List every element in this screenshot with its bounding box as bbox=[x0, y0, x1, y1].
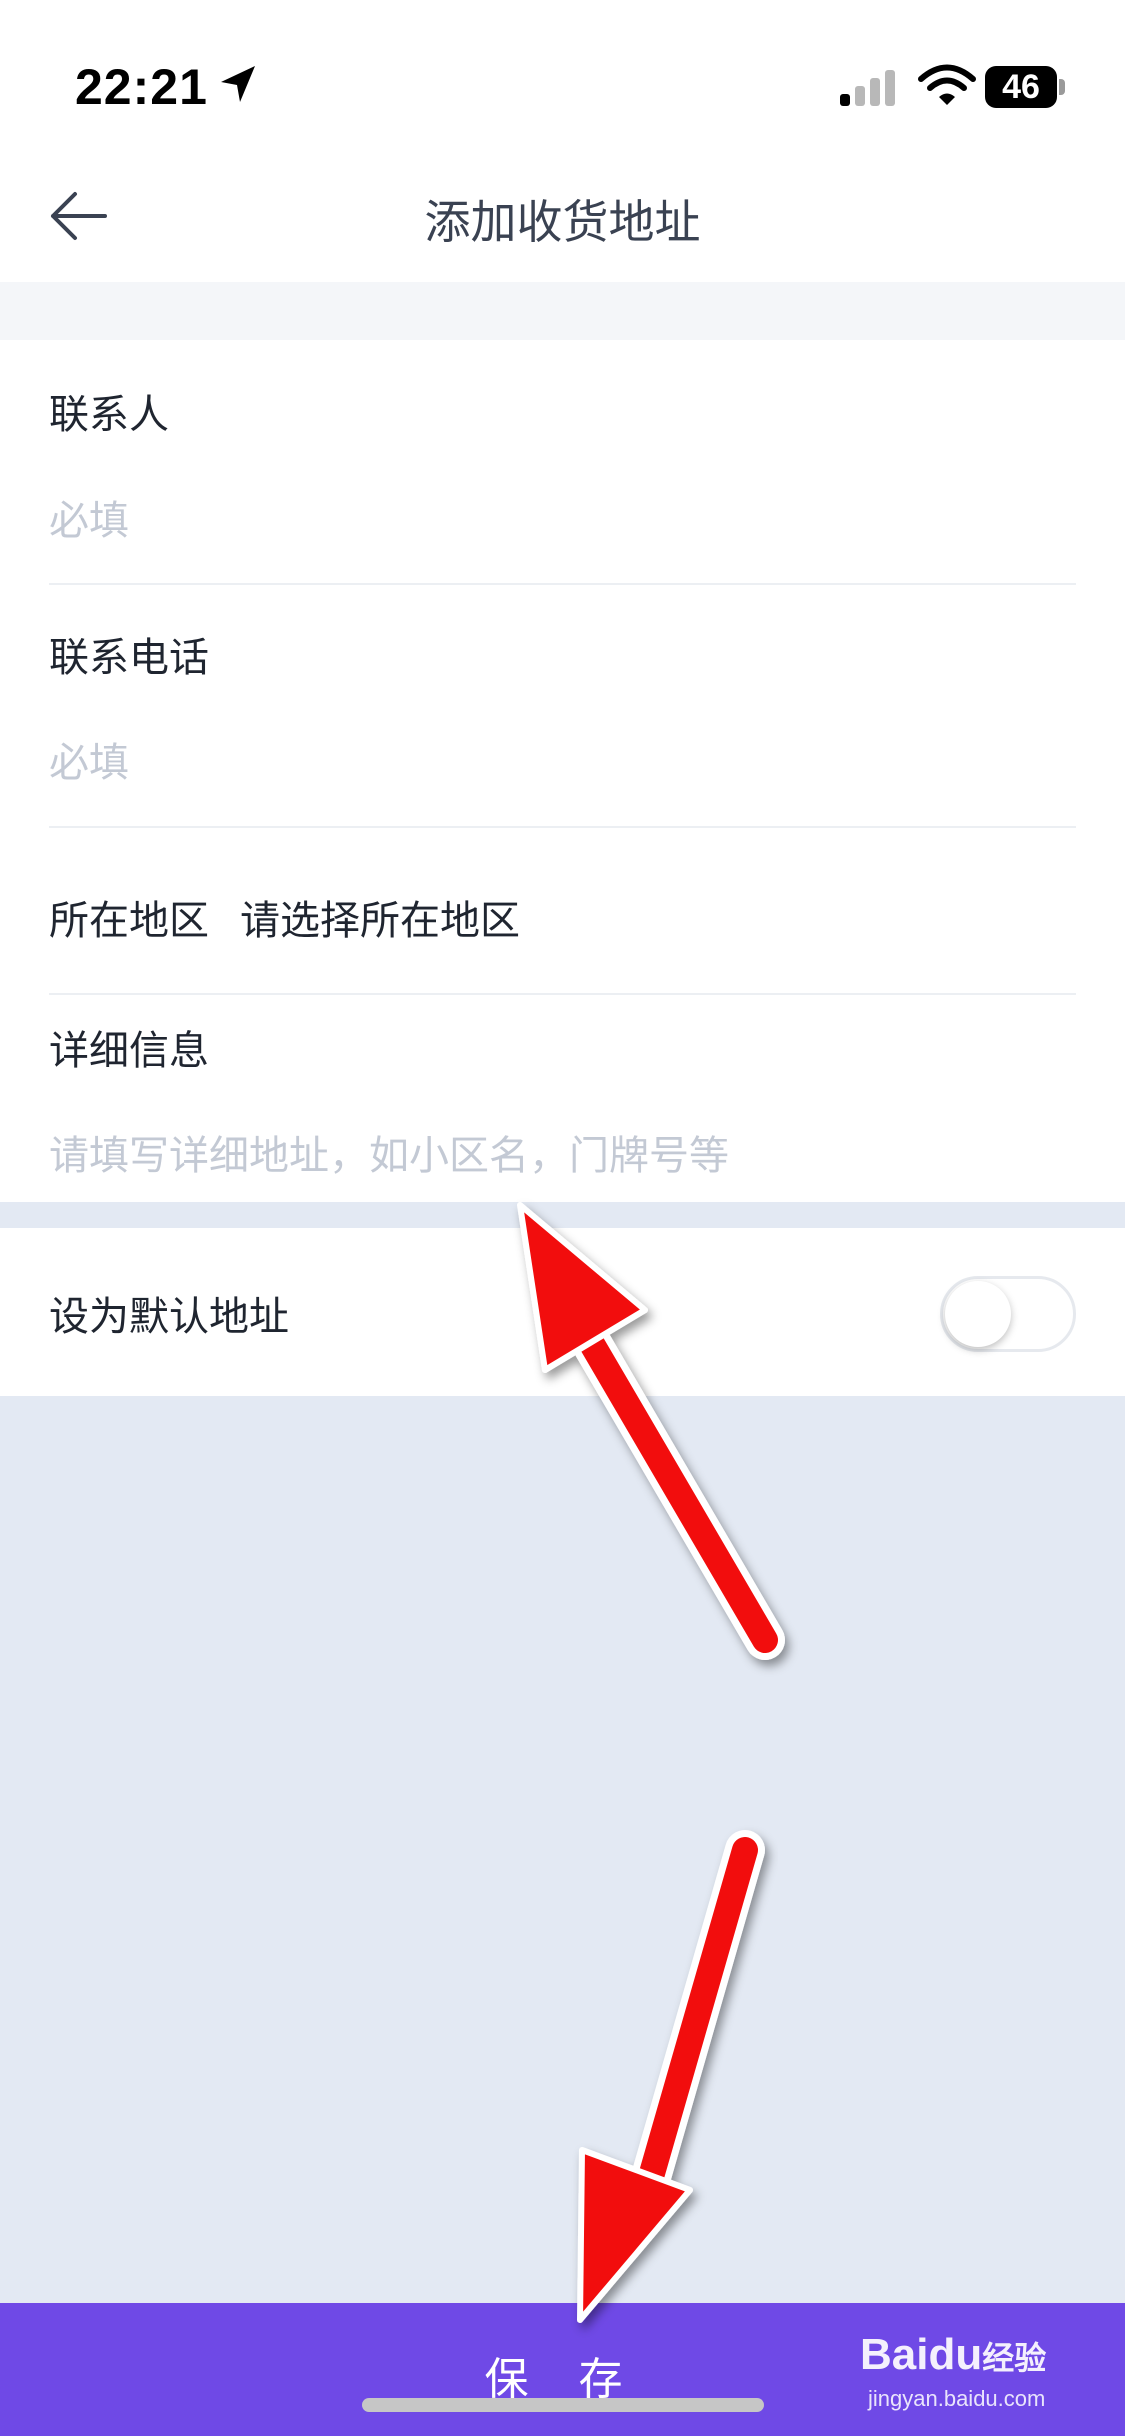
address-form: 联系人 必填 联系电话 必填 所在地区 请选择所在地区 详细信息 请填写详细地址… bbox=[0, 340, 1125, 1202]
detail-input[interactable]: 请填写详细地址，如小区名，门牌号等 bbox=[49, 1123, 729, 1181]
toggle-knob bbox=[945, 1281, 1011, 1347]
watermark-brand-paw: du bbox=[928, 2330, 983, 2379]
divider bbox=[49, 826, 1076, 828]
watermark-suffix: 经验 bbox=[982, 2340, 1047, 2376]
region-selector[interactable]: 请选择所在地区 bbox=[240, 888, 520, 946]
nav-bar: 添加收货地址 bbox=[0, 150, 1125, 282]
baidu-watermark: Baidu经验 bbox=[860, 2330, 1046, 2380]
wifi-icon bbox=[918, 64, 976, 105]
annotation-arrow-down bbox=[577, 1830, 765, 2323]
default-address-toggle[interactable] bbox=[940, 1276, 1076, 1352]
contact-input[interactable]: 必填 bbox=[49, 488, 129, 546]
contact-label: 联系人 bbox=[49, 392, 169, 438]
battery-level: 46 bbox=[1002, 68, 1040, 106]
cellular-signal-icon bbox=[840, 70, 895, 106]
watermark-brand: Bai bbox=[860, 2330, 929, 2379]
home-indicator bbox=[362, 2398, 764, 2412]
default-address-row: 设为默认地址 bbox=[0, 1228, 1125, 1396]
phone-input[interactable]: 必填 bbox=[49, 730, 129, 788]
battery-icon: 46 bbox=[985, 66, 1065, 108]
page-title: 添加收货地址 bbox=[424, 195, 701, 249]
section-gap bbox=[0, 282, 1125, 340]
location-arrow-icon bbox=[221, 66, 255, 102]
divider bbox=[49, 993, 1076, 995]
phone-label: 联系电话 bbox=[49, 635, 209, 681]
region-label: 所在地区 bbox=[49, 898, 209, 944]
default-address-label: 设为默认地址 bbox=[49, 1294, 289, 1340]
detail-label: 详细信息 bbox=[49, 1028, 209, 1074]
status-bar: 22:21 46 bbox=[0, 0, 1125, 150]
status-time: 22:21 bbox=[75, 59, 208, 115]
divider bbox=[49, 583, 1076, 585]
watermark-url: jingyan.baidu.com bbox=[868, 2386, 1046, 2411]
